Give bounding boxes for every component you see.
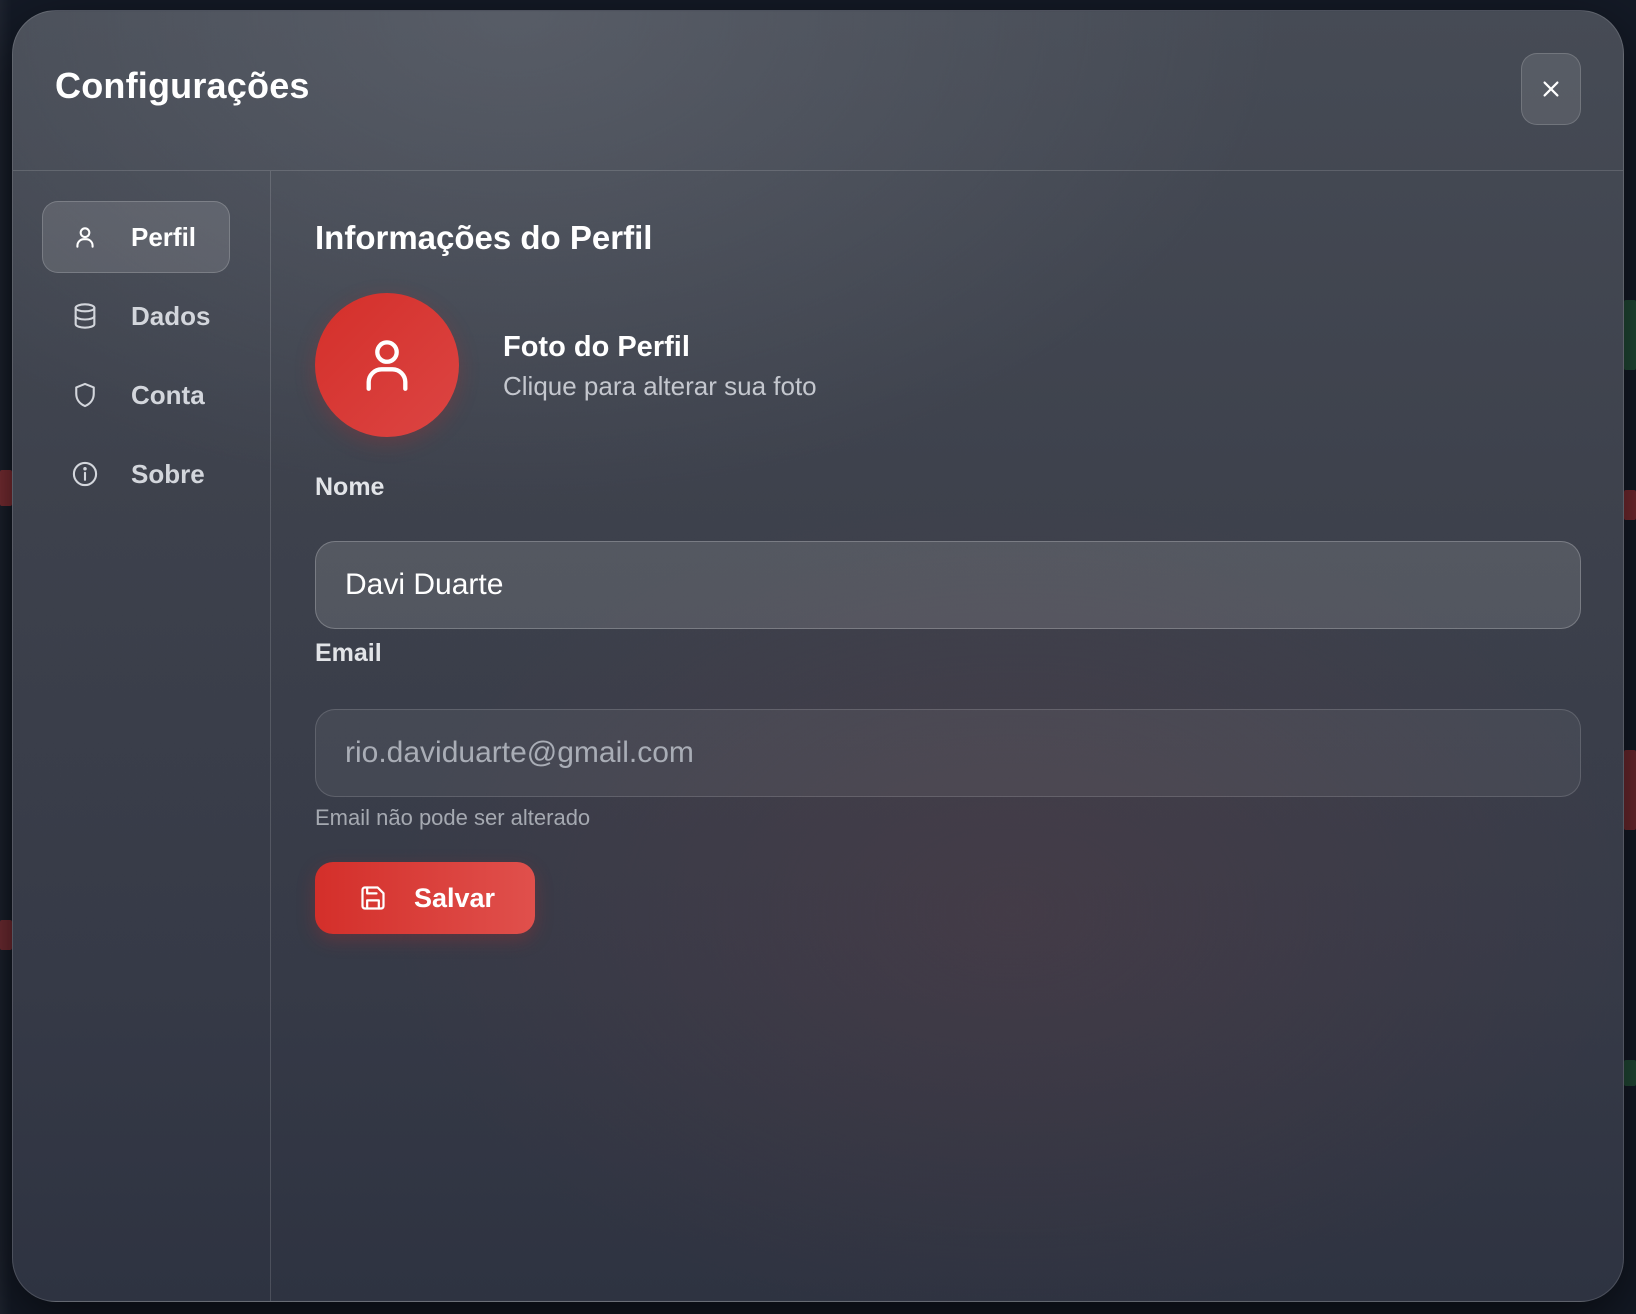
- email-hint: Email não pode ser alterado: [315, 805, 591, 830]
- background-edge-mark: [1624, 490, 1636, 520]
- close-icon: [1543, 81, 1559, 97]
- background-edge-mark: [0, 470, 12, 506]
- background-edge-mark: [1624, 1060, 1636, 1086]
- sidebar-item-label: Conta: [131, 379, 205, 410]
- sidebar-item-label: Sobre: [131, 458, 205, 489]
- settings-modal: Configurações Perfil Dados Conta Sobre I…: [12, 10, 1624, 1302]
- name-input[interactable]: [315, 541, 1581, 629]
- email-label: Email: [315, 639, 382, 667]
- info-icon: [71, 460, 99, 488]
- sidebar-item-conta[interactable]: Conta: [42, 359, 230, 431]
- shield-icon: [71, 381, 99, 409]
- email-input: [315, 709, 1581, 797]
- modal-header: Configurações: [13, 11, 1623, 171]
- sidebar-item-sobre[interactable]: Sobre: [42, 438, 230, 510]
- save-button-label: Salvar: [414, 882, 496, 913]
- section-title: Informações do Perfil: [315, 219, 653, 256]
- sidebar-item-dados[interactable]: Dados: [42, 280, 230, 352]
- settings-sidebar: Perfil Dados Conta Sobre: [13, 171, 271, 1301]
- user-icon: [71, 223, 99, 251]
- photo-subtitle: Clique para alterar sua foto: [503, 371, 817, 401]
- sidebar-item-perfil[interactable]: Perfil: [42, 201, 230, 273]
- save-icon: [358, 883, 388, 913]
- photo-title: Foto do Perfil: [503, 331, 690, 363]
- modal-title: Configurações: [55, 65, 310, 106]
- database-icon: [71, 302, 99, 330]
- background-edge-mark: [1624, 300, 1636, 370]
- save-button[interactable]: Salvar: [315, 862, 535, 934]
- user-icon: [366, 340, 408, 391]
- close-button[interactable]: [1521, 53, 1581, 125]
- avatar-upload-button[interactable]: [315, 293, 459, 437]
- background-edge-mark: [1624, 750, 1636, 830]
- sidebar-item-label: Dados: [131, 300, 211, 331]
- sidebar-item-label: Perfil: [131, 221, 197, 252]
- background-edge-mark: [0, 920, 12, 950]
- name-label: Nome: [315, 473, 385, 501]
